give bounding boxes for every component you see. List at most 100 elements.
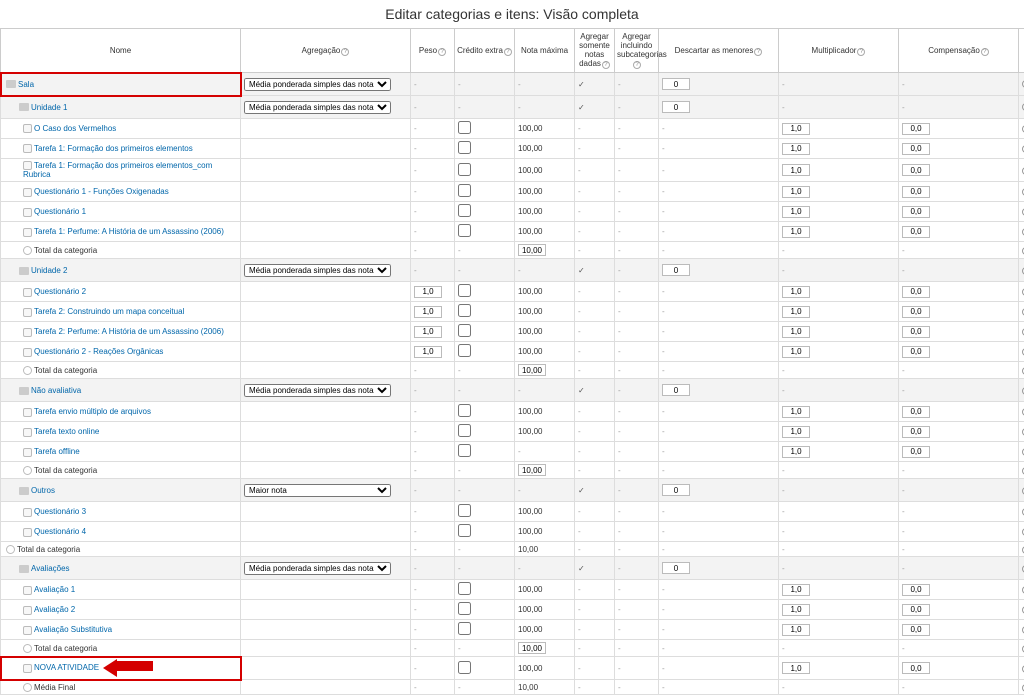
category-name[interactable]: Sala [18, 80, 34, 89]
item-name[interactable]: NOVA ATIVIDADE [34, 664, 99, 673]
item-name[interactable]: O Caso dos Vermelhos [34, 124, 116, 133]
item-name[interactable]: Tarefa 1: Perfume: A História de um Assa… [34, 227, 224, 236]
row-checkbox[interactable] [458, 504, 471, 517]
help-icon[interactable]: ? [341, 48, 349, 56]
item-name[interactable]: Tarefa 1: Formação dos primeiros element… [34, 144, 193, 153]
item-name[interactable]: Tarefa 2: Perfume: A História de um Assa… [34, 327, 224, 336]
value-input[interactable] [518, 244, 546, 256]
value-input[interactable] [782, 624, 810, 636]
value-input[interactable] [902, 123, 930, 135]
row-checkbox[interactable] [458, 324, 471, 337]
item-name[interactable]: Tarefa offline [34, 447, 80, 456]
help-icon[interactable]: ? [438, 48, 446, 56]
item-name[interactable]: Avaliação Substitutiva [34, 625, 112, 634]
value-input[interactable] [414, 326, 442, 338]
value-input[interactable] [414, 346, 442, 358]
value-input[interactable] [414, 286, 442, 298]
value-input[interactable] [902, 306, 930, 318]
value-input[interactable] [662, 78, 690, 90]
value-input[interactable] [518, 364, 546, 376]
value-input[interactable] [662, 264, 690, 276]
agg-select[interactable]: Média ponderada simples das notas [244, 78, 391, 91]
row-checkbox[interactable] [458, 661, 471, 674]
category-name[interactable]: Unidade 2 [31, 266, 67, 275]
row-checkbox[interactable] [458, 284, 471, 297]
category-name[interactable]: Avaliações [31, 564, 70, 573]
help-icon[interactable]: ? [633, 61, 641, 69]
agg-select[interactable]: Média ponderada simples das notas [244, 562, 391, 575]
value-input[interactable] [902, 143, 930, 155]
value-input[interactable] [782, 326, 810, 338]
help-icon[interactable]: ? [857, 48, 865, 56]
value-input[interactable] [902, 226, 930, 238]
value-input[interactable] [902, 584, 930, 596]
row-checkbox[interactable] [458, 304, 471, 317]
row-checkbox[interactable] [458, 582, 471, 595]
value-input[interactable] [902, 446, 930, 458]
value-input[interactable] [782, 226, 810, 238]
value-input[interactable] [902, 326, 930, 338]
help-icon[interactable]: ? [504, 48, 512, 56]
value-input[interactable] [662, 562, 690, 574]
value-input[interactable] [782, 604, 810, 616]
value-input[interactable] [902, 624, 930, 636]
value-input[interactable] [414, 306, 442, 318]
row-checkbox[interactable] [458, 404, 471, 417]
item-name[interactable]: Tarefa envio múltiplo de arquivos [34, 407, 151, 416]
row-checkbox[interactable] [458, 444, 471, 457]
category-name[interactable]: Não avaliativa [31, 386, 81, 395]
item-name[interactable]: Tarefa 2: Construindo um mapa conceitual [34, 307, 184, 316]
category-name[interactable]: Outros [31, 486, 55, 495]
value-input[interactable] [902, 406, 930, 418]
item-name[interactable]: Questionário 1 - Funções Oxigenadas [34, 187, 169, 196]
value-input[interactable] [662, 101, 690, 113]
value-input[interactable] [782, 662, 810, 674]
row-checkbox[interactable] [458, 424, 471, 437]
value-input[interactable] [782, 426, 810, 438]
value-input[interactable] [662, 484, 690, 496]
item-name[interactable]: Questionário 2 - Reações Orgânicas [34, 347, 163, 356]
row-checkbox[interactable] [458, 524, 471, 537]
item-name[interactable]: Avaliação 1 [34, 585, 75, 594]
item-name[interactable]: Tarefa texto online [34, 427, 99, 436]
row-checkbox[interactable] [458, 602, 471, 615]
value-input[interactable] [782, 206, 810, 218]
item-name[interactable]: Questionário 2 [34, 287, 86, 296]
row-checkbox[interactable] [458, 204, 471, 217]
row-checkbox[interactable] [458, 344, 471, 357]
value-input[interactable] [902, 346, 930, 358]
row-checkbox[interactable] [458, 622, 471, 635]
agg-select[interactable]: Média ponderada simples das notas [244, 101, 391, 114]
category-name[interactable]: Unidade 1 [31, 103, 67, 112]
item-name[interactable]: Questionário 1 [34, 207, 86, 216]
value-input[interactable] [902, 206, 930, 218]
item-name[interactable]: Questionário 4 [34, 527, 86, 536]
help-icon[interactable]: ? [602, 61, 610, 69]
value-input[interactable] [782, 346, 810, 358]
value-input[interactable] [662, 384, 690, 396]
item-name[interactable]: Avaliação 2 [34, 605, 75, 614]
value-input[interactable] [902, 164, 930, 176]
value-input[interactable] [518, 464, 546, 476]
value-input[interactable] [782, 446, 810, 458]
value-input[interactable] [782, 164, 810, 176]
value-input[interactable] [902, 186, 930, 198]
row-checkbox[interactable] [458, 184, 471, 197]
agg-select[interactable]: Média ponderada simples das notas [244, 264, 391, 277]
value-input[interactable] [782, 143, 810, 155]
value-input[interactable] [518, 642, 546, 654]
value-input[interactable] [902, 662, 930, 674]
help-icon[interactable]: ? [754, 48, 762, 56]
row-checkbox[interactable] [458, 224, 471, 237]
item-name[interactable]: Tarefa 1: Formação dos primeiros element… [23, 161, 212, 179]
value-input[interactable] [782, 406, 810, 418]
value-input[interactable] [782, 306, 810, 318]
agg-select[interactable]: Maior nota [244, 484, 391, 497]
agg-select[interactable]: Média ponderada simples das notas [244, 384, 391, 397]
value-input[interactable] [902, 426, 930, 438]
value-input[interactable] [902, 286, 930, 298]
help-icon[interactable]: ? [981, 48, 989, 56]
item-name[interactable]: Questionário 3 [34, 507, 86, 516]
value-input[interactable] [782, 286, 810, 298]
value-input[interactable] [782, 123, 810, 135]
